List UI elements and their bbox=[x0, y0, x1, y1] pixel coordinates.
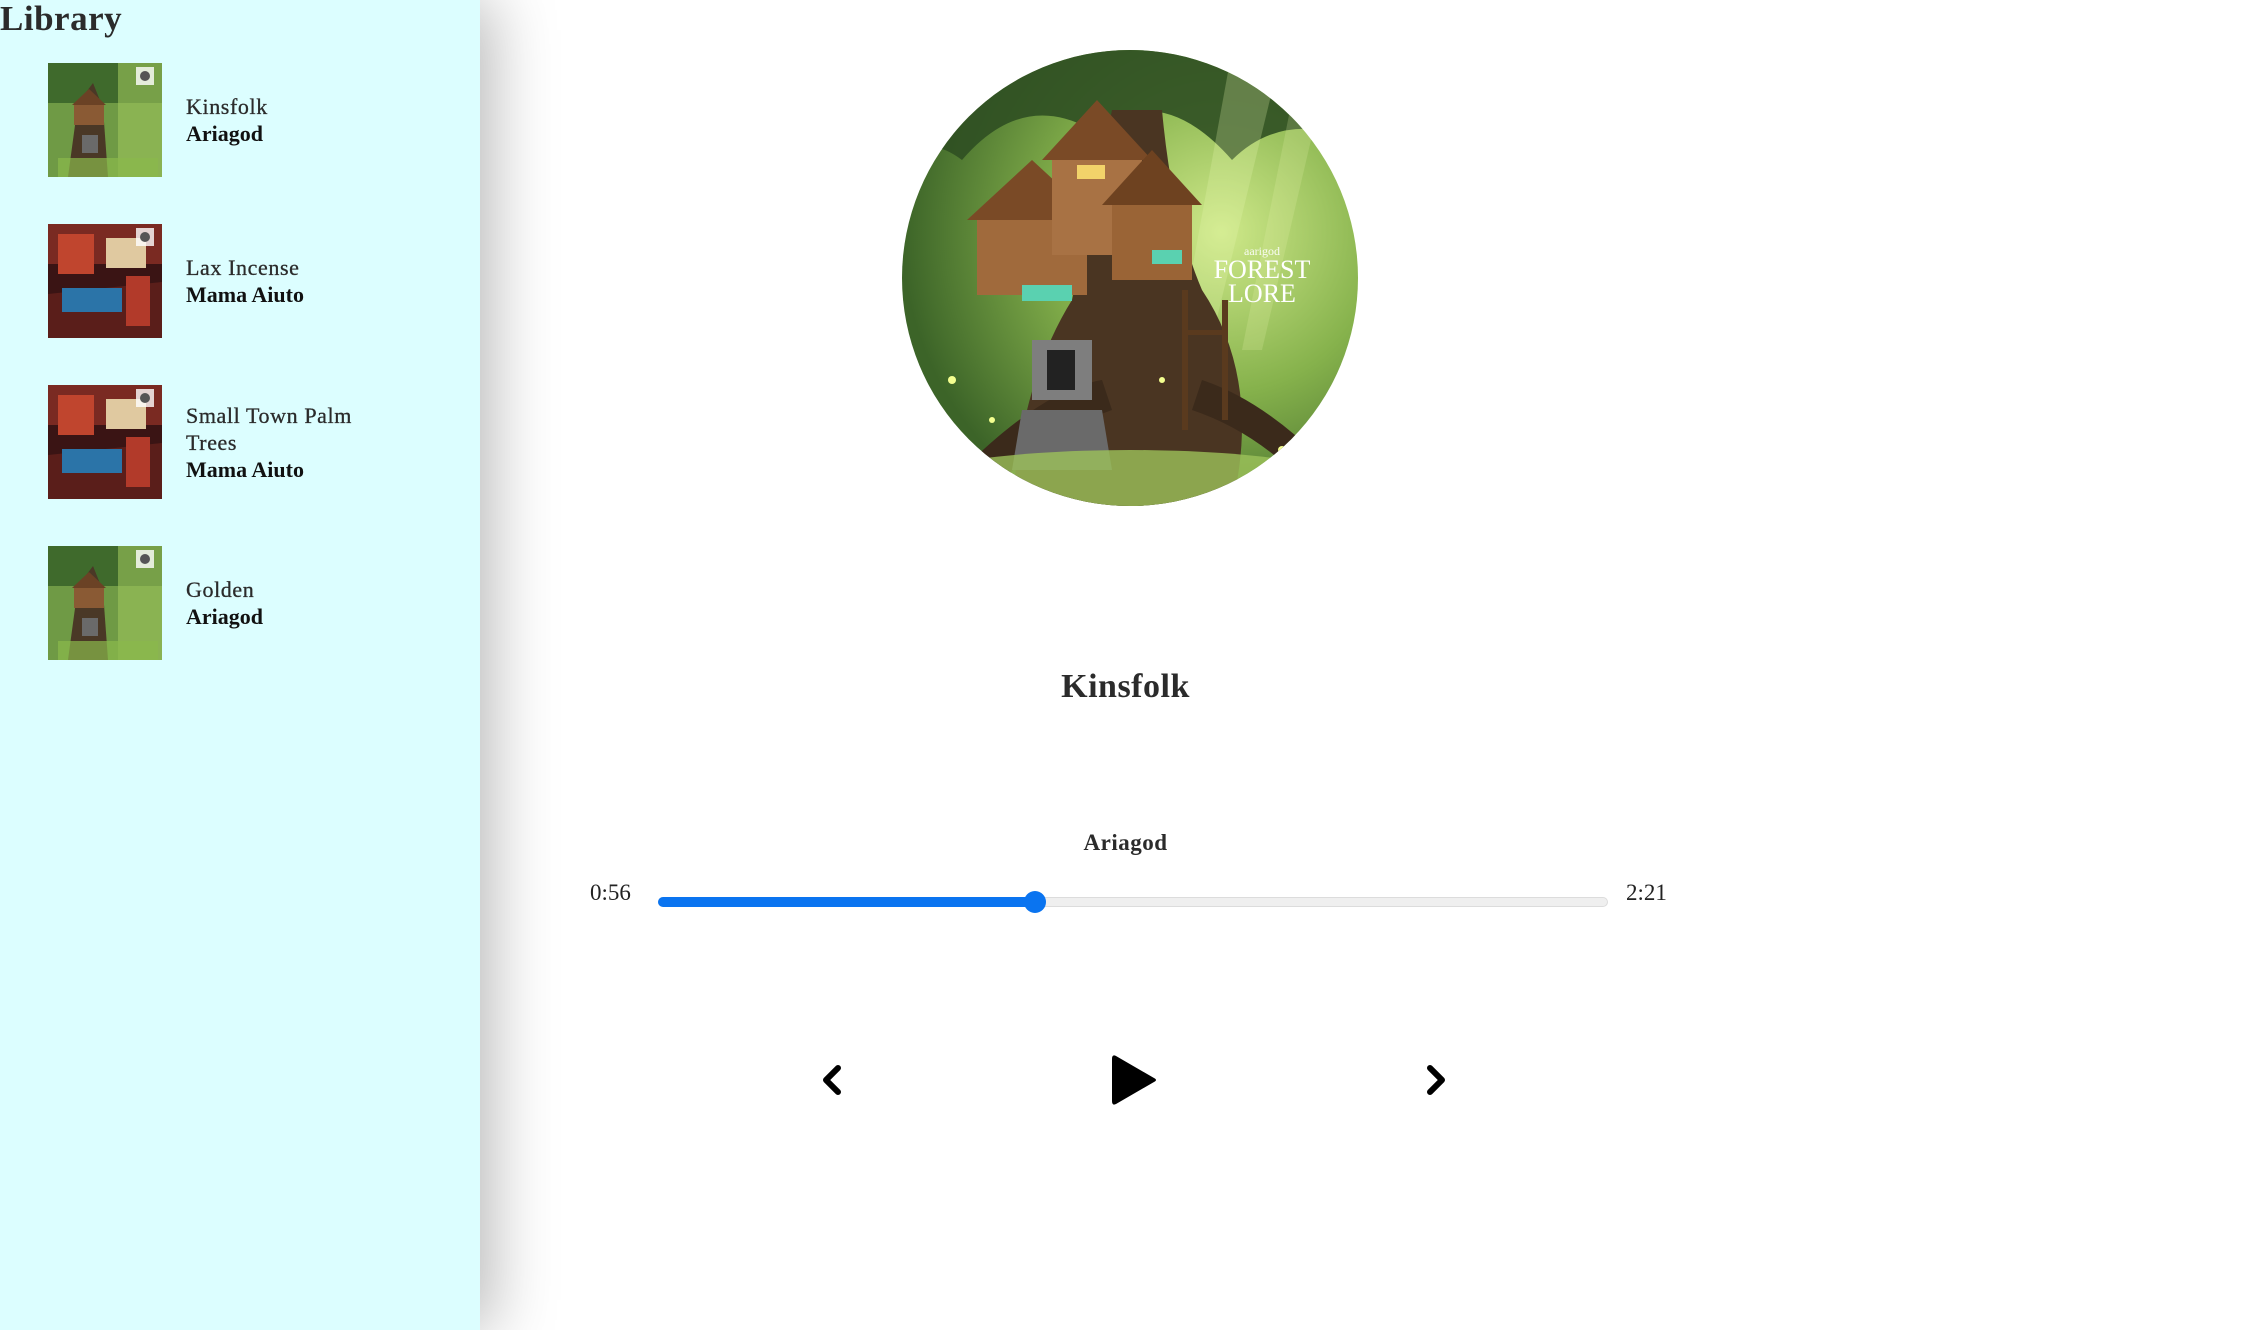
previous-track-button[interactable] bbox=[792, 1040, 872, 1120]
seek-slider[interactable] bbox=[658, 887, 1608, 917]
svg-text:LORE: LORE bbox=[1228, 279, 1296, 308]
song-name: Kinsfolk bbox=[186, 94, 268, 119]
song-name: Golden bbox=[186, 577, 255, 602]
current-time: 0:56 bbox=[590, 880, 631, 905]
song-artist: Mama Aiuto bbox=[186, 456, 304, 482]
playback-controls bbox=[480, 1040, 1771, 1120]
song-name: Small Town Palm Trees bbox=[186, 402, 352, 455]
song-cover-image bbox=[48, 63, 162, 177]
library-sidebar: Library Kinsfolk Ariagod Lax Incense Mam… bbox=[0, 0, 480, 1330]
track-artist: Ariagod bbox=[1083, 830, 1168, 855]
song-info: Kinsfolk Ariagod bbox=[186, 93, 406, 147]
library-title: Library bbox=[0, 0, 123, 38]
chevron-right-icon bbox=[1427, 1065, 1445, 1095]
song-info: Lax Incense Mama Aiuto bbox=[186, 254, 406, 308]
song-artist: Mama Aiuto bbox=[186, 282, 304, 307]
library-song-item[interactable]: Kinsfolk Ariagod bbox=[48, 63, 448, 177]
song-artist: Ariagod bbox=[186, 121, 263, 146]
next-track-button[interactable] bbox=[1396, 1040, 1476, 1120]
album-cover-image: aarigod FOREST LORE bbox=[902, 50, 1358, 506]
seek-progress bbox=[658, 897, 1035, 907]
song-info: Golden Ariagod bbox=[186, 576, 406, 630]
library-song-item[interactable]: Small Town Palm Trees Mama Aiuto bbox=[48, 385, 448, 499]
track-title: Kinsfolk bbox=[1061, 668, 1190, 705]
song-artist: Ariagod bbox=[186, 604, 263, 629]
seek-thumb[interactable] bbox=[1024, 891, 1046, 913]
song-info: Small Town Palm Trees Mama Aiuto bbox=[186, 402, 406, 483]
song-name: Lax Incense bbox=[186, 255, 300, 280]
player-panel: aarigod FOREST LORE Kinsfolk Ariagod 0:5… bbox=[480, 0, 2253, 1330]
song-cover-image bbox=[48, 385, 162, 499]
library-song-item[interactable]: Golden Ariagod bbox=[48, 546, 448, 660]
chevron-left-icon bbox=[823, 1065, 841, 1095]
play-button[interactable] bbox=[1094, 1040, 1174, 1120]
library-song-item[interactable]: Lax Incense Mama Aiuto bbox=[48, 224, 448, 338]
play-icon bbox=[1112, 1055, 1156, 1105]
song-cover-image bbox=[48, 546, 162, 660]
total-time: 2:21 bbox=[1626, 880, 1667, 905]
song-cover-image bbox=[48, 224, 162, 338]
